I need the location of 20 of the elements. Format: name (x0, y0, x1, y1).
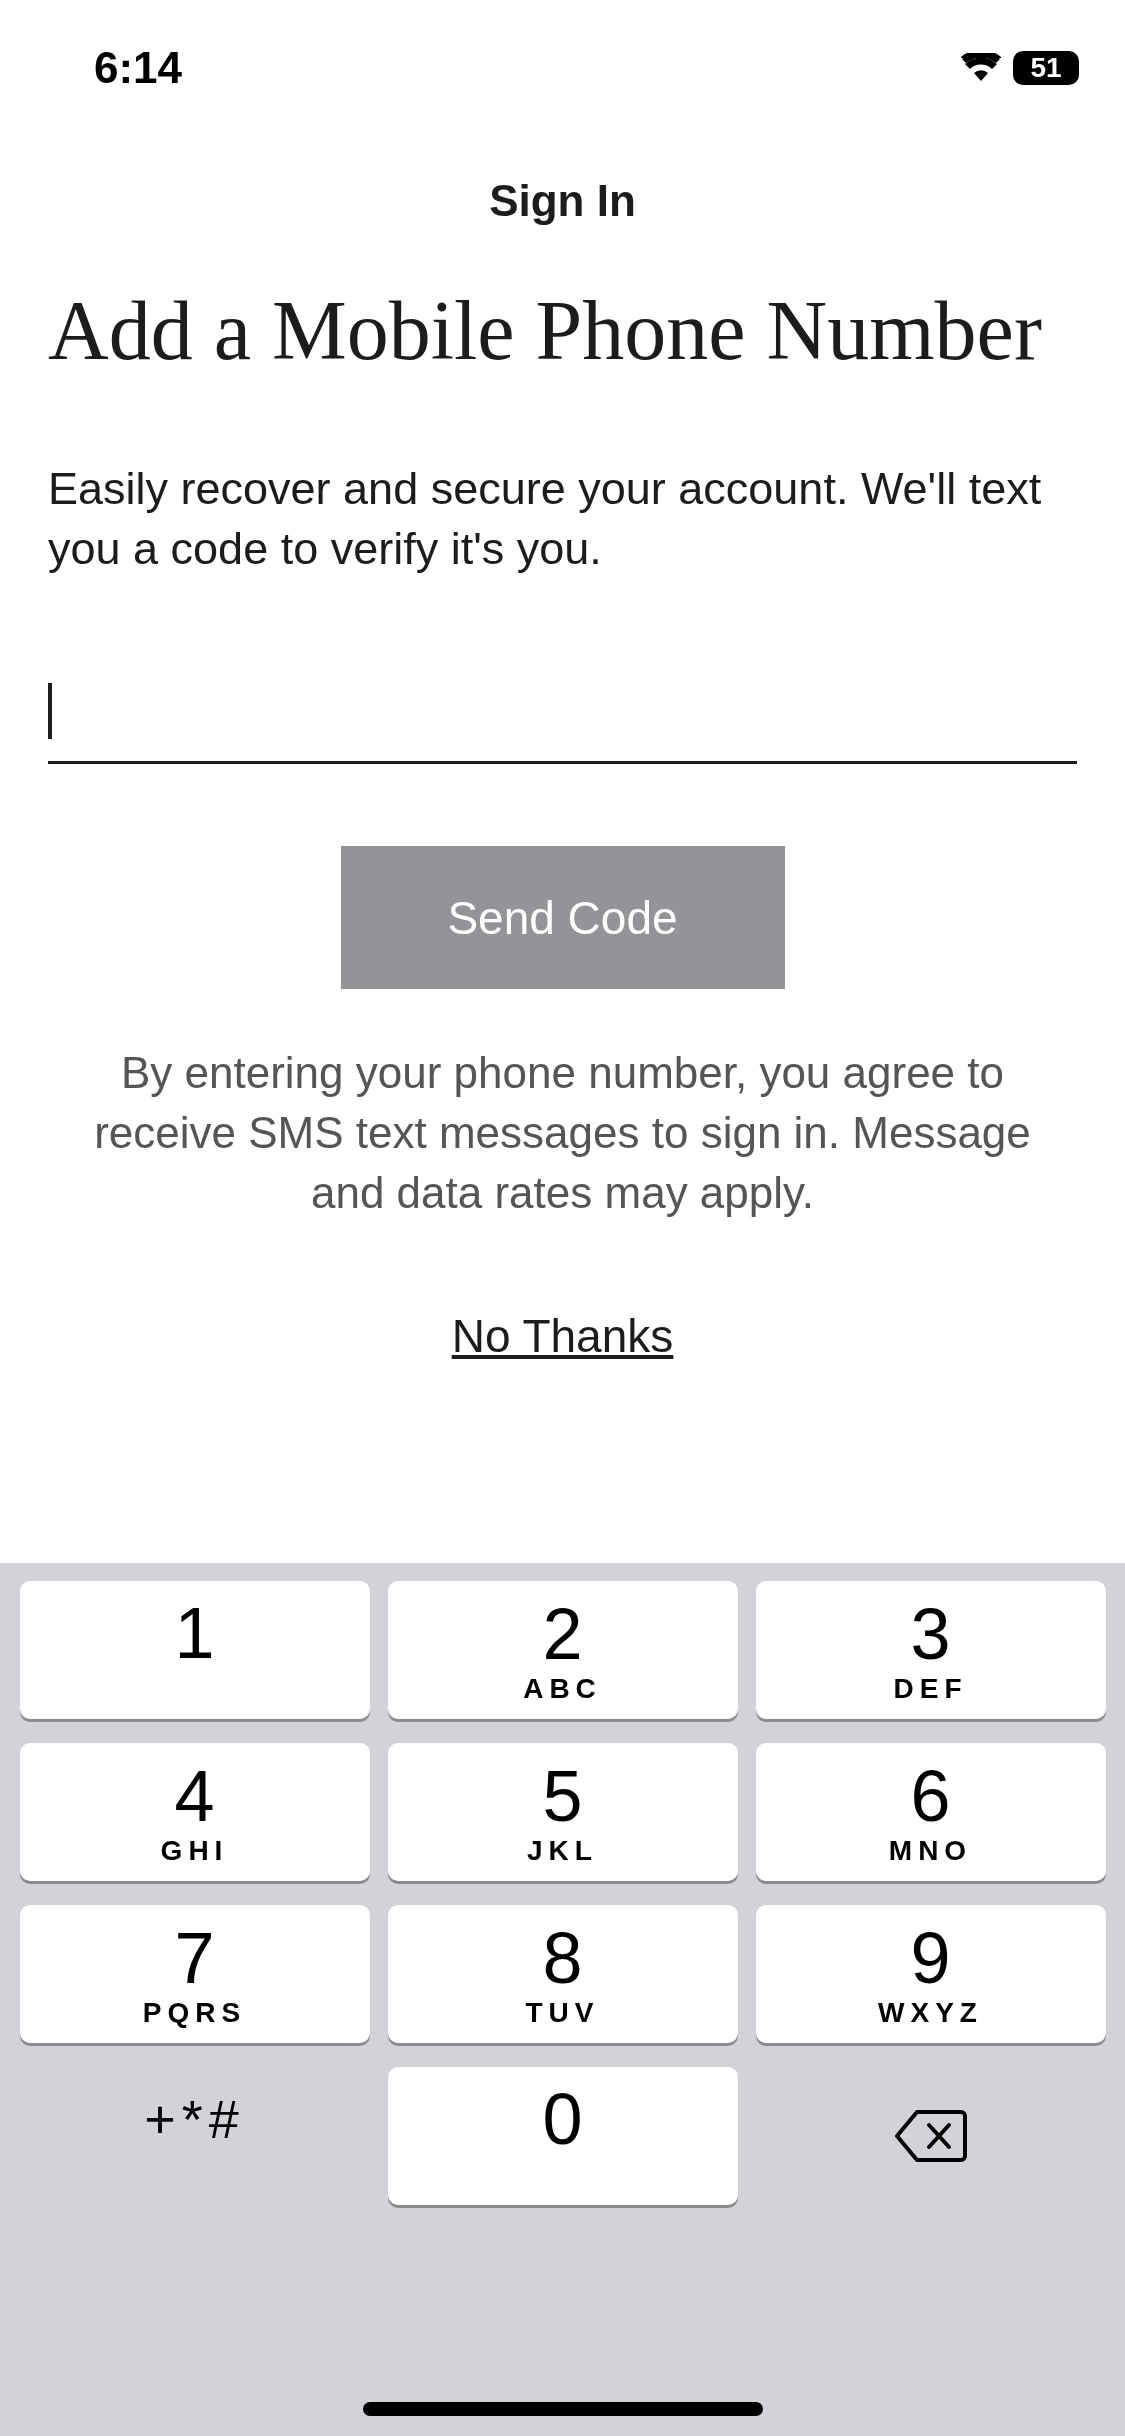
symbols-key[interactable]: +*# (19, 2067, 370, 2205)
no-thanks-link[interactable]: No Thanks (451, 1309, 674, 1363)
disclaimer: By entering your phone number, you agree to receive SMS text messages to sign in. Message and data rates may apply. (93, 1047, 1032, 1219)
wifi-icon (961, 53, 1001, 83)
page-title: Sign In (488, 176, 637, 226)
keypad-key[interactable]: 9 WXYZ (755, 1905, 1106, 2043)
keypad-key[interactable]: 5 JKL (387, 1743, 738, 1881)
keypad-key[interactable]: 4 GHI (19, 1743, 370, 1881)
keypad-key[interactable]: 6 MNO (755, 1743, 1106, 1881)
backspace-icon[interactable] (894, 2108, 967, 2164)
keypad-key[interactable]: 8 TUV (387, 1905, 738, 2043)
keypad-key[interactable]: 2 ABC (387, 1581, 738, 1719)
keypad-key[interactable]: 0 (387, 2067, 738, 2205)
keypad-key[interactable]: 1 (19, 1581, 370, 1719)
heading: Add a Mobile Phone Number (48, 283, 1043, 379)
status-time: 6:14 (94, 43, 183, 93)
keypad-key[interactable]: 7 PQRS (19, 1905, 370, 2043)
keypad-key[interactable]: 3 DEF (755, 1581, 1106, 1719)
description: Easily recover and secure your account. We'll text you a code to verify it's you. (48, 462, 1043, 576)
battery-icon: 51 (1013, 51, 1079, 85)
